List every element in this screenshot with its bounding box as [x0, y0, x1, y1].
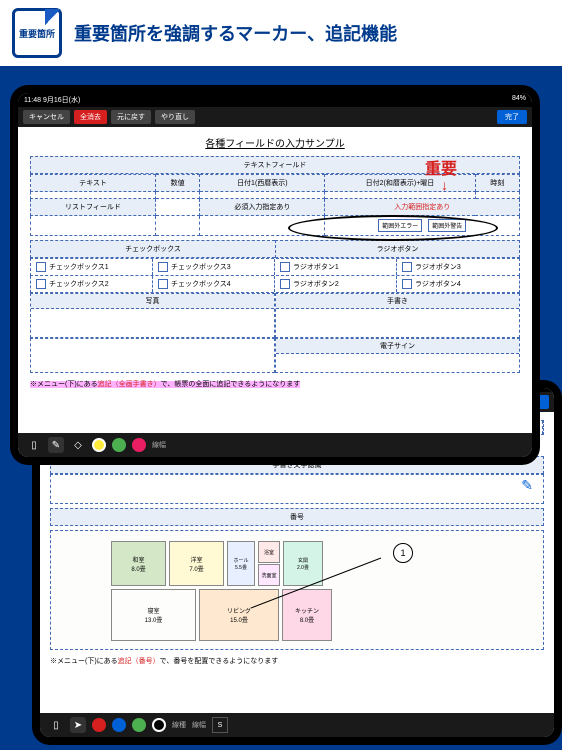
- form-canvas[interactable]: 各種フィールドの入力サンプル テキストフィールド テキスト 数値 日付1(西暦表…: [18, 127, 532, 433]
- status-battery: 84%: [512, 95, 526, 105]
- sign-row: 電子サイン: [30, 338, 520, 373]
- form-title: 各種フィールドの入力サンプル: [30, 135, 520, 150]
- tablet-icon: 重要箇所: [12, 8, 62, 58]
- color-black[interactable]: [152, 718, 166, 732]
- annotation-arrow: ↓: [441, 177, 448, 193]
- handwrite-input[interactable]: ✎: [50, 474, 544, 504]
- checkbox-grid: チェックボックス1 チェックボックス3 ラジオボタン1 ラジオボタン3: [30, 258, 520, 276]
- pencil-icon[interactable]: ✎: [521, 477, 533, 494]
- annotation-important: 重要: [425, 155, 457, 179]
- app-header: 重要箇所 重要箇所を強調するマーカー、追記機能: [0, 0, 562, 66]
- list-field-label: リストフィールド: [31, 199, 156, 216]
- checkbox-1[interactable]: チェックボックス1: [31, 259, 153, 275]
- col-date1: 日付1(西暦表示): [200, 175, 325, 192]
- radio-2[interactable]: ラジオボタン2: [275, 276, 397, 292]
- line-type-label[interactable]: 線種: [172, 720, 186, 730]
- form-note: ※メニュー(下)にある追記（全画手書き）で、帳票の全面に追記できるようになります: [30, 379, 520, 389]
- pointer-line: [251, 553, 391, 613]
- number-marker[interactable]: 1: [393, 543, 413, 563]
- status-time: 11:48 9月16日(水): [24, 95, 80, 105]
- line-width-label[interactable]: 線幅: [192, 720, 206, 730]
- undo-button[interactable]: 元に戻す: [111, 110, 151, 124]
- eraser-icon[interactable]: ▯: [48, 717, 64, 733]
- color-green[interactable]: [112, 438, 126, 452]
- photo-tegaki-row: 写真 手書き: [30, 293, 520, 338]
- done-button[interactable]: 完了: [497, 110, 527, 124]
- col-text: テキスト: [31, 175, 156, 192]
- annotation-circle: [288, 215, 498, 241]
- radio-3[interactable]: ラジオボタン3: [397, 259, 519, 275]
- col-number: 数値: [155, 175, 199, 192]
- section-radio: ラジオボタン: [275, 240, 520, 258]
- clear-all-button[interactable]: 全消去: [74, 110, 107, 124]
- status-bar: 11:48 9月16日(水) 84%: [18, 93, 532, 107]
- floor-plan[interactable]: 和室8.0畳 洋室7.0畳 ホール5.5畳 浴室 洗面室 玄関2.0畳 寝室13…: [50, 530, 544, 650]
- radio-1[interactable]: ラジオボタン1: [275, 259, 397, 275]
- col-time: 時刻: [475, 175, 519, 192]
- checkbox-4[interactable]: チェックボックス4: [153, 276, 275, 292]
- bottom-toolbar: ▯ ✎ ◇ 線幅: [18, 433, 532, 457]
- form-note-2: ※メニュー(下)にある追記（番号）で、番号を配置できるようになります: [50, 656, 544, 666]
- color-blue[interactable]: [112, 718, 126, 732]
- checkbox-grid-2: チェックボックス2 チェックボックス4 ラジオボタン2 ラジオボタン4: [30, 276, 520, 293]
- checkbox-2[interactable]: チェックボックス2: [31, 276, 153, 292]
- section-checkbox: チェックボックス: [30, 240, 275, 258]
- photo-label: 写真: [31, 294, 274, 309]
- header-title: 重要箇所を強調するマーカー、追記機能: [74, 20, 397, 46]
- color-green[interactable]: [132, 718, 146, 732]
- ipad-frame-1: 11:48 9月16日(水) 84% キャンセル 全消去 元に戻す やり直し 完…: [10, 85, 540, 465]
- pointer-icon[interactable]: ➤: [70, 717, 86, 733]
- eraser-icon[interactable]: ▯: [26, 437, 42, 453]
- top-toolbar: キャンセル 全消去 元に戻す やり直し 完了: [18, 107, 532, 127]
- ipad-screen-1: 11:48 9月16日(水) 84% キャンセル 全消去 元に戻す やり直し 完…: [18, 93, 532, 457]
- checkbox-3[interactable]: チェックボックス3: [153, 259, 275, 275]
- icon-label: 重要箇所: [19, 27, 55, 40]
- line-width-label[interactable]: 線幅: [152, 440, 166, 450]
- redo-button[interactable]: やり直し: [155, 110, 195, 124]
- section-number: 番号: [50, 508, 544, 526]
- required-label: 必須入力指定あり: [200, 199, 325, 216]
- range-label: 入力範囲指定あり: [325, 199, 520, 216]
- tegaki-label: 手書き: [276, 294, 519, 309]
- cancel-button[interactable]: キャンセル: [23, 110, 70, 124]
- color-pink[interactable]: [132, 438, 146, 452]
- radio-4[interactable]: ラジオボタン4: [397, 276, 519, 292]
- sign-label: 電子サイン: [276, 339, 519, 354]
- color-red[interactable]: [92, 718, 106, 732]
- size-icon[interactable]: S: [212, 717, 228, 733]
- pen-icon[interactable]: ✎: [48, 437, 64, 453]
- color-yellow[interactable]: [92, 438, 106, 452]
- bottom-toolbar-2: ▯ ➤ 線種 線幅 S: [40, 713, 554, 737]
- shape-icon[interactable]: ◇: [70, 437, 86, 453]
